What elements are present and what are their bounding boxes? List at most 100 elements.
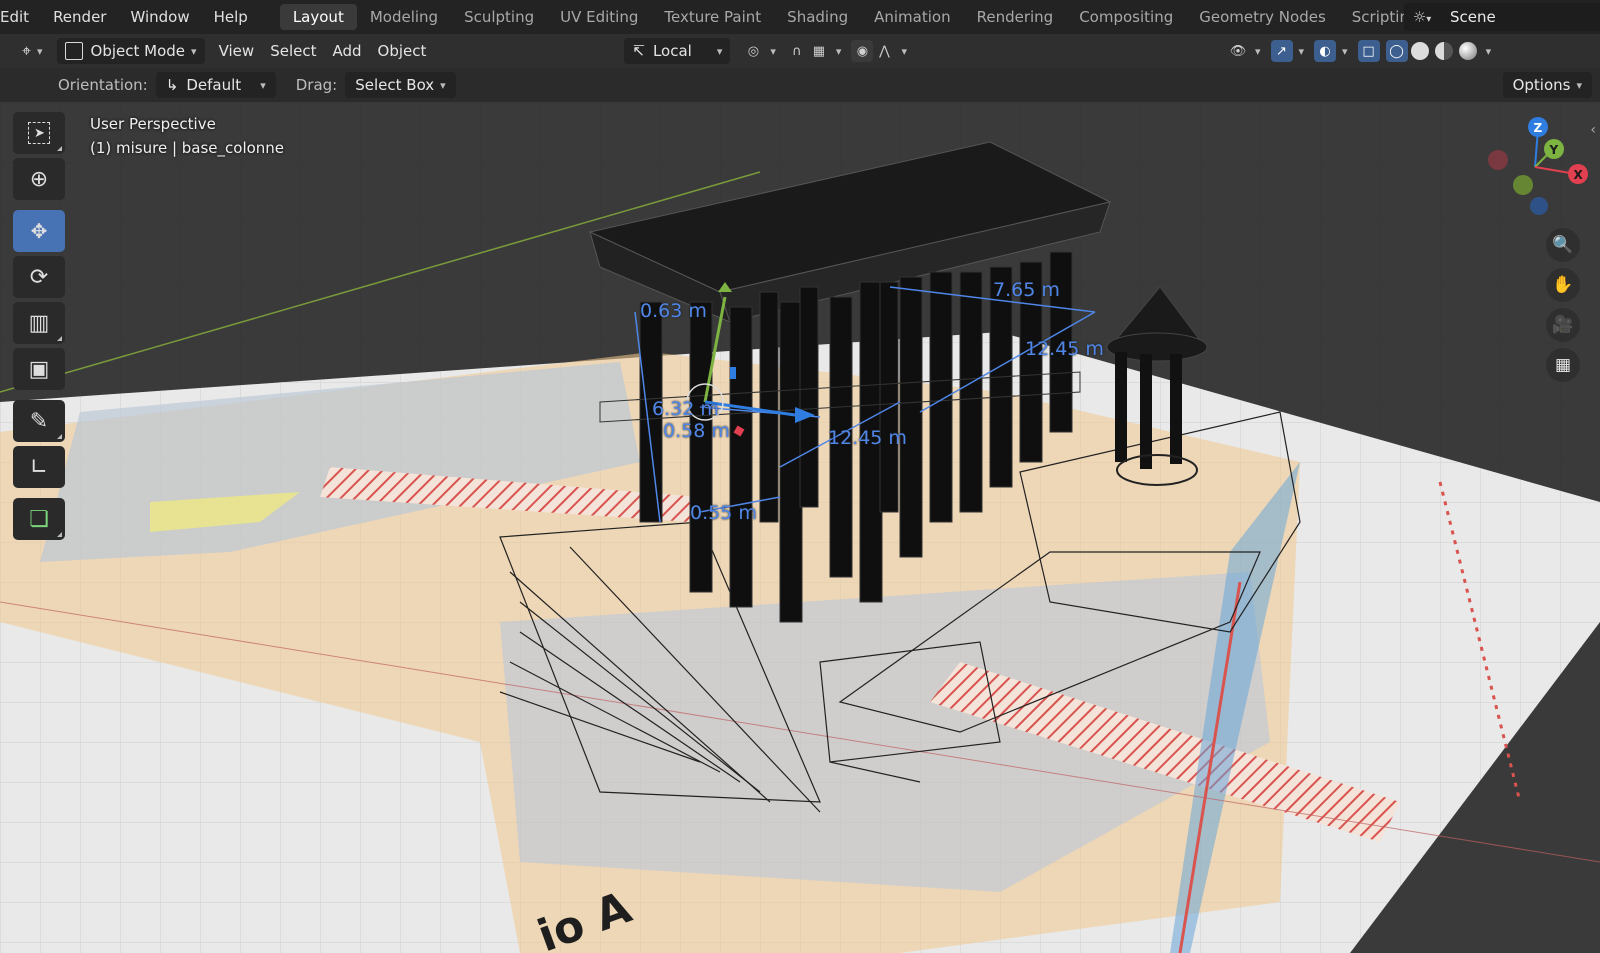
tab-uv-editing[interactable]: UV Editing <box>547 4 651 30</box>
rotate-tool[interactable]: ⟳ <box>13 256 65 298</box>
neg-z-axis-ball[interactable] <box>1530 197 1548 215</box>
mode-label: Object Mode <box>90 42 186 60</box>
select-box-tool[interactable]: ➤ <box>13 112 65 154</box>
tab-texture-paint[interactable]: Texture Paint <box>651 4 774 30</box>
navigation-gizmo[interactable]: Z Y X <box>1480 112 1590 222</box>
add-cube-icon: ❏ <box>29 506 49 532</box>
move-icon: ✥ <box>30 219 48 243</box>
scale-tool[interactable]: ▥ <box>13 302 65 344</box>
sidebar-toggle-icon[interactable]: ‹ <box>1590 122 1596 138</box>
axis-label-x: X <box>1574 168 1584 182</box>
neg-y-axis-ball[interactable] <box>1513 175 1533 195</box>
workspace-tabs: Layout Modeling Sculpting UV Editing Tex… <box>279 4 1467 30</box>
cursor-icon: ⊕ <box>29 166 49 192</box>
transform-orientation-selector[interactable]: ↸ Local ▾ <box>624 38 731 64</box>
perspective-grid-icon[interactable]: ▦ <box>1546 348 1580 382</box>
measure-label: 0.55 m <box>690 502 757 524</box>
measure-tool[interactable]: ∟ <box>13 446 65 488</box>
tool-options-indicator <box>57 532 62 537</box>
tab-sculpting[interactable]: Sculpting <box>451 4 547 30</box>
chevron-down-icon[interactable]: ▾ <box>1255 45 1261 58</box>
menu-select[interactable]: Select <box>262 38 324 64</box>
snap-icon[interactable]: ∩ <box>786 40 808 62</box>
3d-viewport[interactable]: io A 0.63 m 7.65 m 12.45 m 6.32 m 0.58 m… <box>0 102 1600 953</box>
visibility-icon[interactable]: 👁 <box>1227 40 1249 62</box>
tab-layout[interactable]: Layout <box>279 4 357 30</box>
rotate-icon: ⟳ <box>29 264 49 290</box>
drag-dropdown[interactable]: Select Box ▾ <box>345 72 456 98</box>
tool-options-indicator <box>57 336 62 341</box>
transform-tool[interactable]: ▣ <box>13 348 65 390</box>
axis-label-z: Z <box>1534 121 1543 135</box>
scene-selector[interactable]: ☼▾ Scene <box>1404 3 1600 31</box>
viewport-header: ⌖ ▾ Object Mode ▾ View Select Add Object … <box>0 34 1600 68</box>
camera-icon[interactable]: 🎥 <box>1546 308 1580 342</box>
zoom-icon[interactable]: 🔍 <box>1546 228 1580 262</box>
chevron-down-icon[interactable]: ▾ <box>770 45 776 58</box>
navigation-buttons: 🔍 ✋ 🎥 ▦ <box>1546 228 1580 388</box>
measure-label: 6.32 m <box>652 398 719 420</box>
tab-animation[interactable]: Animation <box>861 4 963 30</box>
gizmo-plane-handle[interactable] <box>730 367 736 379</box>
transform-icon: ▣ <box>28 356 50 382</box>
chevron-down-icon: ▾ <box>37 44 43 58</box>
view3d-icon: ⌖ <box>22 41 32 60</box>
orientation-label: Local <box>652 42 692 60</box>
snap-increment-icon[interactable]: ▦ <box>808 40 830 62</box>
tab-rendering[interactable]: Rendering <box>964 4 1067 30</box>
chevron-down-icon[interactable]: ▾ <box>1299 45 1305 58</box>
chevron-down-icon[interactable]: ▾ <box>1342 45 1348 58</box>
add-cube-tool[interactable]: ❏ <box>13 498 65 540</box>
menu-object[interactable]: Object <box>370 38 435 64</box>
object-info: (1) misure | base_colonne <box>90 139 285 157</box>
tab-geometry-nodes[interactable]: Geometry Nodes <box>1186 4 1339 30</box>
measure-icon: ∟ <box>29 454 49 480</box>
orientation-label: Orientation: <box>58 76 148 94</box>
measure-label: 12.45 m <box>828 427 907 449</box>
tholos-column <box>1115 352 1127 462</box>
rendered-shading-icon[interactable] <box>1458 42 1477 60</box>
scene-name[interactable]: Scene <box>1440 8 1496 26</box>
menu-help[interactable]: Help <box>202 8 260 26</box>
viewport-info: User Perspective (1) misure | base_colon… <box>90 112 284 160</box>
chevron-down-icon[interactable]: ▾ <box>1486 45 1492 58</box>
move-tool[interactable]: ✥ <box>13 210 65 252</box>
neg-x-axis-ball[interactable] <box>1488 150 1508 170</box>
pan-hand-icon[interactable]: ✋ <box>1546 268 1580 302</box>
mode-selector[interactable]: Object Mode ▾ <box>56 38 205 64</box>
tool-settings-bar: Orientation: ↳ Default ▾ Drag: Select Bo… <box>0 68 1600 102</box>
scene-icon[interactable]: ☼▾ <box>1404 8 1440 26</box>
xray-icon[interactable]: □ <box>1357 40 1380 62</box>
proportional-edit-icon[interactable]: ◉ <box>851 40 874 62</box>
tab-compositing[interactable]: Compositing <box>1066 4 1186 30</box>
chevron-down-icon[interactable]: ▾ <box>901 45 907 58</box>
material-shading-icon[interactable] <box>1434 42 1453 60</box>
overlay-icon[interactable]: ◐ <box>1314 40 1337 62</box>
menu-add[interactable]: Add <box>324 38 369 64</box>
wireframe-shading-icon[interactable]: ◯ <box>1385 40 1408 62</box>
scale-icon: ▥ <box>28 310 50 336</box>
tool-shelf: ➤ ⊕ ✥ ⟳ ▥ ▣ ✎ ∟ ❏ <box>12 112 66 544</box>
tab-modeling[interactable]: Modeling <box>357 4 451 30</box>
chevron-down-icon: ▾ <box>260 78 266 92</box>
gizmo-icon[interactable]: ↗ <box>1270 40 1293 62</box>
orientation-dropdown[interactable]: ↳ Default ▾ <box>155 72 276 98</box>
drag-value: Select Box <box>355 76 435 94</box>
pivot-icon[interactable]: ◎ <box>742 40 764 62</box>
solid-shading-icon[interactable] <box>1410 42 1429 60</box>
chevron-down-icon[interactable]: ▾ <box>836 45 842 58</box>
annotate-tool[interactable]: ✎ <box>13 400 65 442</box>
tab-shading[interactable]: Shading <box>774 4 861 30</box>
annotate-icon: ✎ <box>29 408 49 434</box>
menu-view[interactable]: View <box>211 38 263 64</box>
falloff-icon[interactable]: ⋀ <box>873 40 895 62</box>
options-button[interactable]: Options ▾ <box>1502 72 1592 98</box>
orientation-value: Default <box>186 76 242 94</box>
menu-edit[interactable]: Edit <box>0 8 41 26</box>
select-box-icon: ➤ <box>28 122 50 144</box>
menu-window[interactable]: Window <box>118 8 201 26</box>
tholos-column <box>1140 354 1152 469</box>
cursor-tool[interactable]: ⊕ <box>13 158 65 200</box>
menu-render[interactable]: Render <box>41 8 118 26</box>
editor-type-button[interactable]: ⌖ ▾ <box>14 38 51 64</box>
